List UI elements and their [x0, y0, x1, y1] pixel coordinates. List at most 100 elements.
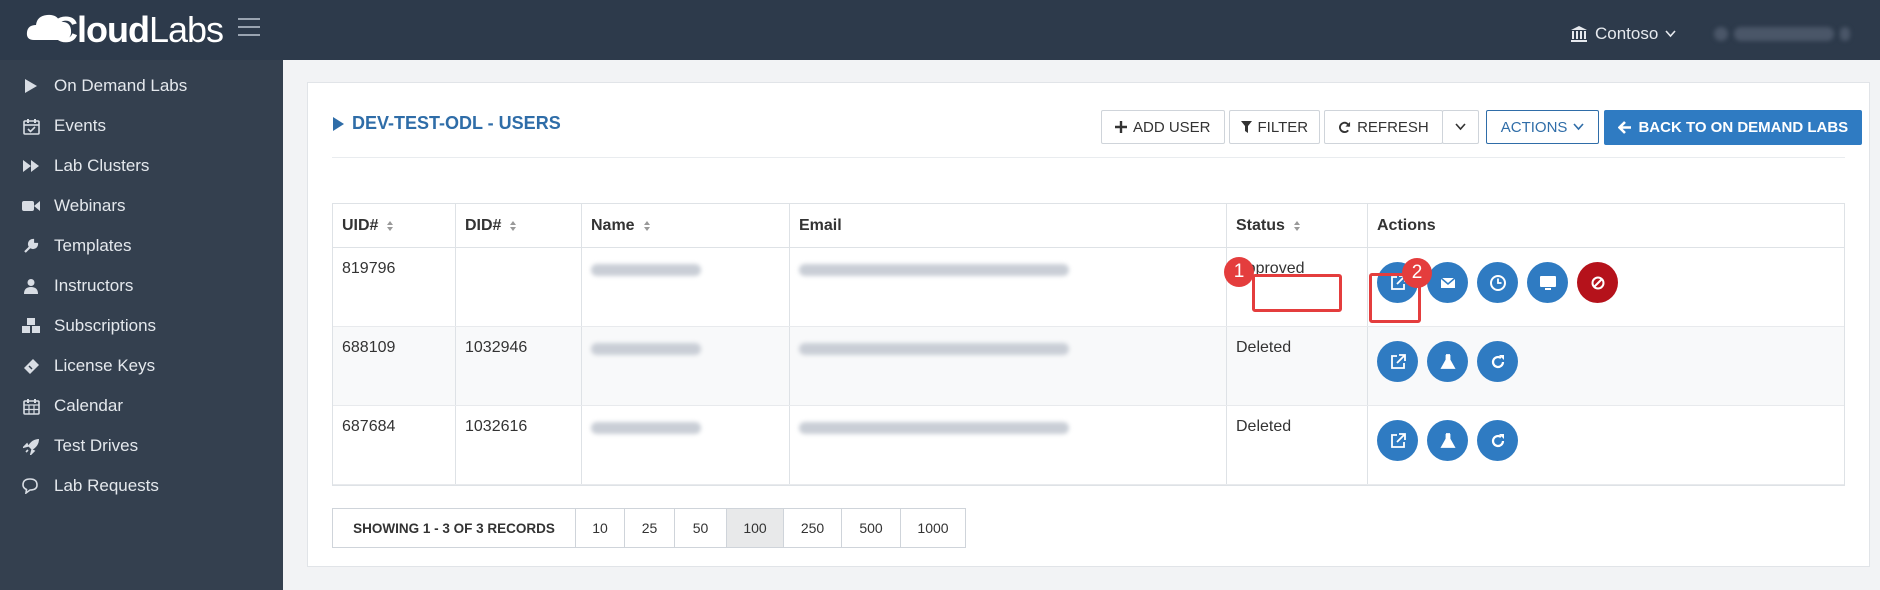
refresh-options-dropdown[interactable]: [1441, 110, 1479, 144]
sidebar-item-lab-requests[interactable]: Lab Requests: [0, 466, 283, 506]
user-icon: [20, 278, 42, 294]
filter-button[interactable]: FILTER: [1228, 110, 1321, 144]
sidebar-item-label: Test Drives: [54, 436, 139, 455]
status-cell: Deleted: [1227, 406, 1368, 484]
table-row: 687684 1032616 Deleted: [333, 406, 1844, 485]
refresh-button[interactable]: REFRESH: [1324, 110, 1443, 144]
extend-duration-button[interactable]: [1477, 262, 1518, 303]
bank-icon: [1571, 26, 1587, 42]
email-cell-redacted: [790, 406, 1227, 484]
did-cell: [456, 248, 582, 326]
open-lab-button[interactable]: [1377, 341, 1418, 382]
cloudlabs-logo[interactable]: CloudLabs: [24, 8, 224, 52]
page-size-500[interactable]: 500: [842, 509, 901, 547]
column-header-name[interactable]: Name: [582, 204, 790, 247]
sidebar-item-on-demand-labs[interactable]: On Demand Labs: [0, 66, 283, 106]
sidebar-item-events[interactable]: Events: [0, 106, 283, 146]
header-label: UID#: [342, 216, 379, 234]
table-header: UID# DID# Name Email Status Actions: [333, 204, 1844, 248]
page-size-100[interactable]: 100: [727, 509, 784, 547]
column-header-did[interactable]: DID#: [456, 204, 582, 247]
page-size-1000[interactable]: 1000: [901, 509, 965, 547]
sort-icon: [510, 220, 517, 231]
sidebar-item-subscriptions[interactable]: Subscriptions: [0, 306, 283, 346]
redeploy-button[interactable]: [1477, 420, 1518, 461]
header-label: Email: [799, 216, 842, 234]
status-cell: Deleted: [1227, 327, 1368, 405]
main-content: DEV-TEST-ODL - USERS ADD USER FILTER REF…: [283, 60, 1880, 590]
tenant-name: Contoso: [1595, 24, 1659, 43]
header-label: Actions: [1377, 216, 1436, 234]
back-to-on-demand-labs-button[interactable]: BACK TO ON DEMAND LABS: [1604, 110, 1863, 145]
user-menu[interactable]: [1714, 24, 1864, 44]
monitor-icon: [1539, 275, 1556, 290]
view-environment-button[interactable]: [1527, 262, 1568, 303]
email-cell-redacted: [790, 248, 1227, 326]
callout-badge-2: 2: [1402, 258, 1432, 288]
page-size-250[interactable]: 250: [784, 509, 842, 547]
chevron-down-icon: [1840, 27, 1850, 41]
tenant-dropdown[interactable]: Contoso: [1570, 24, 1676, 44]
sidebar-item-label: On Demand Labs: [54, 76, 188, 95]
sidebar-item-label: License Keys: [54, 356, 156, 375]
page-size-50[interactable]: 50: [675, 509, 727, 547]
lab-details-button[interactable]: [1427, 420, 1468, 461]
table-row: 819796 Approved: [333, 248, 1844, 327]
actions-dropdown[interactable]: ACTIONS: [1485, 110, 1600, 144]
actions-cell: [1368, 327, 1844, 405]
header-label: Status: [1236, 216, 1285, 234]
fast-forward-icon: [20, 159, 42, 173]
page-size-10[interactable]: 10: [576, 509, 625, 547]
refresh-icon: [1339, 121, 1351, 133]
sidebar-item-instructors[interactable]: Instructors: [0, 266, 283, 306]
redeploy-button[interactable]: [1477, 341, 1518, 382]
calendar-check-icon: [20, 118, 42, 135]
column-header-email: Email: [790, 204, 1227, 247]
cloud-logo-icon: [26, 14, 72, 40]
flask-icon: [1439, 353, 1456, 369]
external-link-icon: [1390, 353, 1406, 369]
page-size-25[interactable]: 25: [625, 509, 675, 547]
sort-icon: [643, 220, 650, 231]
external-link-icon: [1390, 432, 1406, 448]
actions-cell: [1368, 406, 1844, 484]
did-cell: 1032616: [456, 406, 582, 484]
callout-highlight-status: [1252, 274, 1342, 312]
uid-cell: 688109: [333, 327, 456, 405]
sidebar-item-license-keys[interactable]: License Keys: [0, 346, 283, 386]
ticket-icon: [20, 358, 42, 375]
column-header-status[interactable]: Status: [1227, 204, 1368, 247]
sidebar-item-label: Calendar: [54, 396, 123, 415]
sidebar-item-lab-clusters[interactable]: Lab Clusters: [0, 146, 283, 186]
page-title-text: DEV-TEST-ODL - USERS: [352, 113, 561, 133]
sidebar-item-label: Lab Requests: [54, 476, 159, 495]
top-bar: CloudLabs Contoso: [0, 0, 1880, 60]
send-email-button[interactable]: [1427, 262, 1468, 303]
clock-icon: [1489, 274, 1506, 291]
flask-icon: [1439, 432, 1456, 448]
lab-details-button[interactable]: [1427, 341, 1468, 382]
header-label: DID#: [465, 216, 502, 234]
name-cell-redacted: [582, 327, 790, 405]
open-lab-button[interactable]: [1377, 420, 1418, 461]
revoke-button[interactable]: [1577, 262, 1618, 303]
logo-text: CloudLabs: [52, 9, 224, 50]
sidebar-item-templates[interactable]: Templates: [0, 226, 283, 266]
sidebar-item-label: Webinars: [54, 196, 126, 215]
add-user-button[interactable]: ADD USER: [1101, 110, 1225, 144]
video-camera-icon: [20, 200, 42, 212]
sidebar-item-test-drives[interactable]: Test Drives: [0, 426, 283, 466]
comments-icon: [20, 478, 42, 494]
sidebar-item-calendar[interactable]: Calendar: [0, 386, 283, 426]
uid-cell: 819796: [333, 248, 456, 326]
column-header-uid[interactable]: UID#: [333, 204, 456, 247]
users-panel: DEV-TEST-ODL - USERS ADD USER FILTER REF…: [307, 82, 1870, 567]
menu-toggle-icon[interactable]: [238, 18, 260, 36]
rocket-icon: [20, 438, 42, 455]
wrench-icon: [20, 238, 42, 254]
sidebar-item-webinars[interactable]: Webinars: [0, 186, 283, 226]
column-header-actions: Actions: [1368, 204, 1844, 247]
plus-icon: [1115, 121, 1127, 133]
toolbar: ADD USER FILTER REFRESH ACTIONS BACK TO …: [1101, 110, 1863, 146]
filter-label: FILTER: [1257, 118, 1309, 136]
